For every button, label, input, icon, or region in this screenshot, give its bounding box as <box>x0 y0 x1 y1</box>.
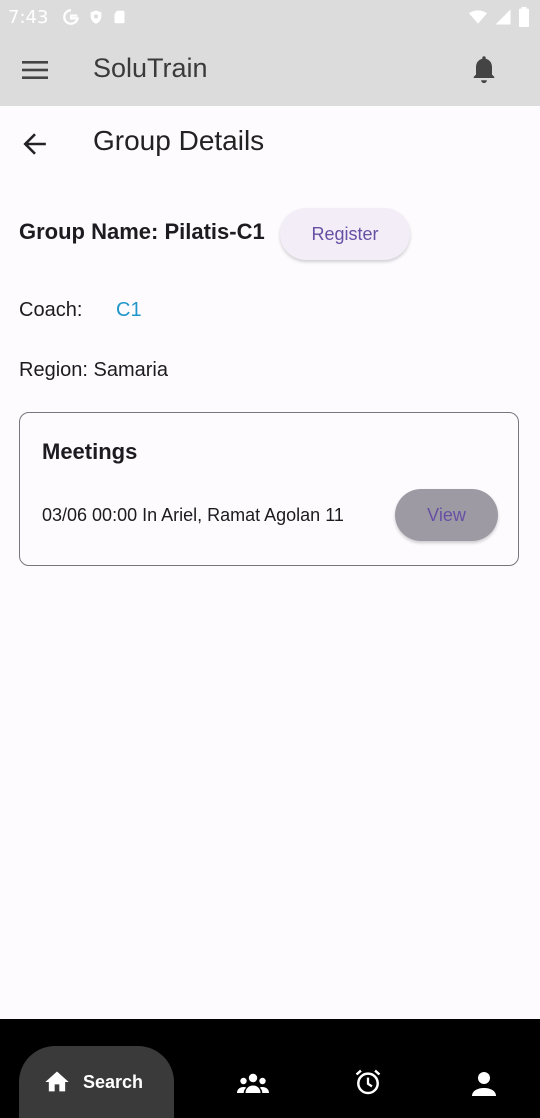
back-arrow-icon[interactable] <box>22 131 48 157</box>
app-bar: SoluTrain <box>0 34 540 106</box>
coach-label: Coach: <box>19 299 83 321</box>
region-label: Region: Samaria <box>19 359 168 381</box>
notifications-bell-icon[interactable] <box>470 54 498 86</box>
status-time: 7:43 <box>8 6 49 28</box>
battery-icon <box>519 7 529 27</box>
meetings-card: Meetings 03/06 00:00 In Ariel, Ramat Ago… <box>19 412 519 566</box>
group-name: Group Name: Pilatis-C1 <box>19 219 265 244</box>
home-icon <box>45 1071 69 1092</box>
nav-item-search-label: Search <box>83 1071 144 1092</box>
page-title: Group Details <box>93 125 265 156</box>
view-meeting-button[interactable]: View <box>395 489 498 541</box>
register-button[interactable]: Register <box>280 208 410 260</box>
menu-icon[interactable] <box>22 58 48 82</box>
status-system-icons <box>468 7 530 27</box>
status-notification-icons <box>62 8 127 26</box>
groups-icon[interactable] <box>236 1069 270 1099</box>
coach-link[interactable]: C1 <box>116 299 142 322</box>
signal-icon <box>495 9 511 25</box>
bottom-navigation: Search <box>0 1019 540 1118</box>
meeting-item-text: 03/06 00:00 In Ariel, Ramat Agolan 11 <box>42 505 344 525</box>
app-title: SoluTrain <box>93 53 208 83</box>
status-bar: 7:43 <box>0 0 540 34</box>
shield-icon <box>91 10 102 24</box>
alarm-icon[interactable] <box>351 1067 385 1097</box>
nav-item-search[interactable]: Search <box>19 1046 174 1118</box>
person-icon[interactable] <box>467 1069 501 1099</box>
google-icon <box>63 9 80 25</box>
sd-card-icon <box>114 10 125 24</box>
wifi-icon <box>469 10 487 24</box>
meetings-title: Meetings <box>42 439 138 464</box>
